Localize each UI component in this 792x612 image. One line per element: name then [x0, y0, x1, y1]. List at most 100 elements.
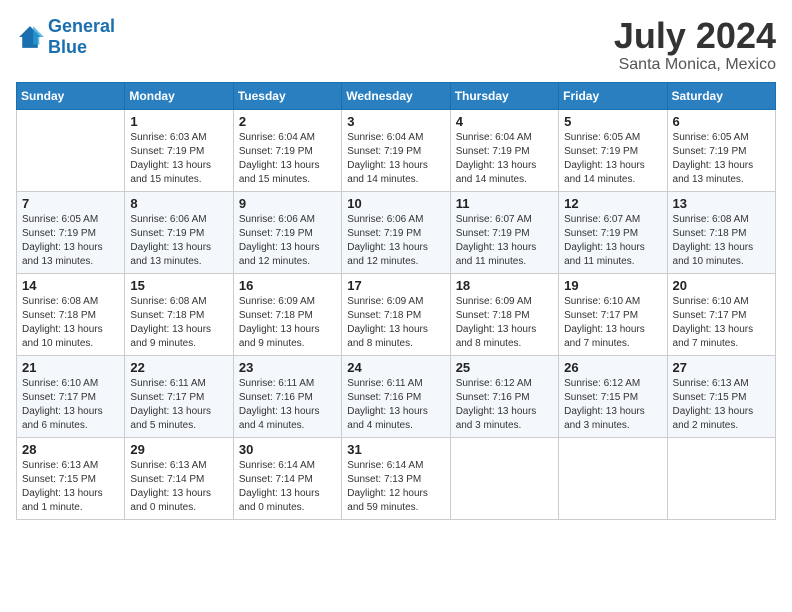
- calendar-cell: 21Sunrise: 6:10 AM Sunset: 7:17 PM Dayli…: [17, 355, 125, 437]
- calendar-cell: 18 Sunrise: 6:09 AM Sunset: 7:18 PM Dayli…: [450, 273, 558, 355]
- day-info: Sunrise: 6:05 AM Sunset: 7:19 PM Dayligh…: [22, 213, 119, 269]
- day-number: 2: [239, 114, 336, 129]
- day-info: Sunrise: 6:04 AM Sunset: 7:19 PM Dayligh…: [347, 131, 444, 187]
- calendar-week-row: 28 Sunrise: 6:13 AM Sunset: 7:15 PM Dayli…: [17, 437, 776, 519]
- weekday-header: Saturday: [667, 82, 775, 109]
- day-info: Sunrise: 6:13 AM Sunset: 7:14 PM Dayligh…: [130, 459, 227, 515]
- calendar-cell: 6Sunrise: 6:05 AM Sunset: 7:19 PM Daylig…: [667, 109, 775, 191]
- day-number: 28: [22, 442, 119, 457]
- logo-text: General Blue: [48, 16, 115, 58]
- day-number: 9: [239, 196, 336, 211]
- logo-icon: [16, 23, 44, 51]
- day-info: Sunrise: 6:12 AM Sunset: 7:16 PM Dayligh…: [456, 377, 553, 433]
- weekday-header: Friday: [559, 82, 667, 109]
- page-header: General Blue July 2024 Santa Monica, Mex…: [16, 16, 776, 74]
- calendar-week-row: 1 Sunrise: 6:03 AM Sunset: 7:19 PM Daylig…: [17, 109, 776, 191]
- day-number: 5: [564, 114, 661, 129]
- day-info: Sunrise: 6:04 AM Sunset: 7:19 PM Dayligh…: [456, 131, 553, 187]
- day-info: Sunrise: 6:11 AM Sunset: 7:16 PM Dayligh…: [347, 377, 444, 433]
- day-number: 3: [347, 114, 444, 129]
- day-info: Sunrise: 6:11 AM Sunset: 7:17 PM Dayligh…: [130, 377, 227, 433]
- title-block: July 2024 Santa Monica, Mexico: [614, 16, 776, 74]
- day-number: 26: [564, 360, 661, 375]
- day-number: 31: [347, 442, 444, 457]
- day-info: Sunrise: 6:08 AM Sunset: 7:18 PM Dayligh…: [22, 295, 119, 351]
- calendar-cell: 20 Sunrise: 6:10 AM Sunset: 7:17 PM Dayli…: [667, 273, 775, 355]
- day-info: Sunrise: 6:11 AM Sunset: 7:16 PM Dayligh…: [239, 377, 336, 433]
- calendar-cell: [667, 437, 775, 519]
- day-number: 18: [456, 278, 553, 293]
- weekday-header: Thursday: [450, 82, 558, 109]
- day-number: 21: [22, 360, 119, 375]
- calendar-cell: 26 Sunrise: 6:12 AM Sunset: 7:15 PM Dayli…: [559, 355, 667, 437]
- calendar-week-row: 14 Sunrise: 6:08 AM Sunset: 7:18 PM Dayli…: [17, 273, 776, 355]
- day-info: Sunrise: 6:14 AM Sunset: 7:14 PM Dayligh…: [239, 459, 336, 515]
- day-number: 19: [564, 278, 661, 293]
- calendar-cell: 11 Sunrise: 6:07 AM Sunset: 7:19 PM Dayli…: [450, 191, 558, 273]
- calendar-cell: 27 Sunrise: 6:13 AM Sunset: 7:15 PM Dayli…: [667, 355, 775, 437]
- day-number: 14: [22, 278, 119, 293]
- day-info: Sunrise: 6:10 AM Sunset: 7:17 PM Dayligh…: [564, 295, 661, 351]
- calendar-week-row: 21Sunrise: 6:10 AM Sunset: 7:17 PM Dayli…: [17, 355, 776, 437]
- day-info: Sunrise: 6:08 AM Sunset: 7:18 PM Dayligh…: [673, 213, 770, 269]
- calendar-cell: [559, 437, 667, 519]
- day-number: 7: [22, 196, 119, 211]
- calendar-cell: 13Sunrise: 6:08 AM Sunset: 7:18 PM Dayli…: [667, 191, 775, 273]
- day-info: Sunrise: 6:06 AM Sunset: 7:19 PM Dayligh…: [130, 213, 227, 269]
- calendar-week-row: 7 Sunrise: 6:05 AM Sunset: 7:19 PM Daylig…: [17, 191, 776, 273]
- calendar-cell: 3 Sunrise: 6:04 AM Sunset: 7:19 PM Daylig…: [342, 109, 450, 191]
- day-info: Sunrise: 6:07 AM Sunset: 7:19 PM Dayligh…: [564, 213, 661, 269]
- calendar-table: SundayMondayTuesdayWednesdayThursdayFrid…: [16, 82, 776, 520]
- day-info: Sunrise: 6:06 AM Sunset: 7:19 PM Dayligh…: [239, 213, 336, 269]
- day-number: 8: [130, 196, 227, 211]
- calendar-cell: 17 Sunrise: 6:09 AM Sunset: 7:18 PM Dayli…: [342, 273, 450, 355]
- day-info: Sunrise: 6:08 AM Sunset: 7:18 PM Dayligh…: [130, 295, 227, 351]
- day-info: Sunrise: 6:07 AM Sunset: 7:19 PM Dayligh…: [456, 213, 553, 269]
- calendar-cell: 5 Sunrise: 6:05 AM Sunset: 7:19 PM Daylig…: [559, 109, 667, 191]
- calendar-cell: 7 Sunrise: 6:05 AM Sunset: 7:19 PM Daylig…: [17, 191, 125, 273]
- weekday-header: Wednesday: [342, 82, 450, 109]
- calendar-cell: 12 Sunrise: 6:07 AM Sunset: 7:19 PM Dayli…: [559, 191, 667, 273]
- calendar-cell: 8 Sunrise: 6:06 AM Sunset: 7:19 PM Daylig…: [125, 191, 233, 273]
- day-number: 27: [673, 360, 770, 375]
- day-info: Sunrise: 6:05 AM Sunset: 7:19 PM Dayligh…: [673, 131, 770, 187]
- day-info: Sunrise: 6:10 AM Sunset: 7:17 PM Dayligh…: [673, 295, 770, 351]
- calendar-cell: 25 Sunrise: 6:12 AM Sunset: 7:16 PM Dayli…: [450, 355, 558, 437]
- day-info: Sunrise: 6:05 AM Sunset: 7:19 PM Dayligh…: [564, 131, 661, 187]
- day-info: Sunrise: 6:09 AM Sunset: 7:18 PM Dayligh…: [456, 295, 553, 351]
- header-row: SundayMondayTuesdayWednesdayThursdayFrid…: [17, 82, 776, 109]
- location-subtitle: Santa Monica, Mexico: [614, 56, 776, 74]
- calendar-cell: 14 Sunrise: 6:08 AM Sunset: 7:18 PM Dayli…: [17, 273, 125, 355]
- calendar-cell: 19 Sunrise: 6:10 AM Sunset: 7:17 PM Dayli…: [559, 273, 667, 355]
- day-number: 25: [456, 360, 553, 375]
- day-info: Sunrise: 6:13 AM Sunset: 7:15 PM Dayligh…: [22, 459, 119, 515]
- day-info: Sunrise: 6:09 AM Sunset: 7:18 PM Dayligh…: [347, 295, 444, 351]
- day-info: Sunrise: 6:13 AM Sunset: 7:15 PM Dayligh…: [673, 377, 770, 433]
- month-title: July 2024: [614, 16, 776, 56]
- day-number: 29: [130, 442, 227, 457]
- day-number: 23: [239, 360, 336, 375]
- day-number: 24: [347, 360, 444, 375]
- day-number: 16: [239, 278, 336, 293]
- logo: General Blue: [16, 16, 115, 58]
- calendar-cell: 30Sunrise: 6:14 AM Sunset: 7:14 PM Dayli…: [233, 437, 341, 519]
- calendar-cell: 22Sunrise: 6:11 AM Sunset: 7:17 PM Dayli…: [125, 355, 233, 437]
- calendar-cell: 16Sunrise: 6:09 AM Sunset: 7:18 PM Dayli…: [233, 273, 341, 355]
- calendar-cell: 23 Sunrise: 6:11 AM Sunset: 7:16 PM Dayli…: [233, 355, 341, 437]
- day-number: 20: [673, 278, 770, 293]
- day-info: Sunrise: 6:03 AM Sunset: 7:19 PM Dayligh…: [130, 131, 227, 187]
- calendar-cell: 15 Sunrise: 6:08 AM Sunset: 7:18 PM Dayli…: [125, 273, 233, 355]
- calendar-cell: 28 Sunrise: 6:13 AM Sunset: 7:15 PM Dayli…: [17, 437, 125, 519]
- calendar-cell: 4Sunrise: 6:04 AM Sunset: 7:19 PM Daylig…: [450, 109, 558, 191]
- weekday-header: Tuesday: [233, 82, 341, 109]
- day-info: Sunrise: 6:06 AM Sunset: 7:19 PM Dayligh…: [347, 213, 444, 269]
- day-info: Sunrise: 6:12 AM Sunset: 7:15 PM Dayligh…: [564, 377, 661, 433]
- day-number: 17: [347, 278, 444, 293]
- weekday-header: Sunday: [17, 82, 125, 109]
- day-number: 15: [130, 278, 227, 293]
- calendar-cell: 9 Sunrise: 6:06 AM Sunset: 7:19 PM Daylig…: [233, 191, 341, 273]
- calendar-cell: [450, 437, 558, 519]
- day-number: 11: [456, 196, 553, 211]
- day-number: 12: [564, 196, 661, 211]
- day-number: 1: [130, 114, 227, 129]
